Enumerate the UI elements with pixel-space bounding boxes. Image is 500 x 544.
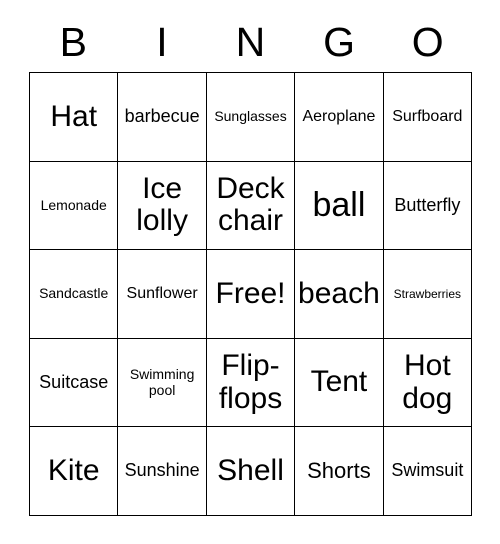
bingo-cell-label: Surfboard <box>392 108 463 126</box>
bingo-cell-label: barbecue <box>124 106 200 127</box>
bingo-cell[interactable]: Aeroplane <box>295 73 384 162</box>
bingo-cell-label: ball <box>312 186 366 225</box>
bingo-cell-free-space[interactable]: Free! <box>206 250 296 339</box>
bingo-header-letter-o: O <box>411 18 444 65</box>
bingo-cell[interactable]: Strawberries <box>383 250 473 339</box>
bingo-cell[interactable]: barbecue <box>118 73 207 162</box>
bingo-card: B I N G O Hat barbecue Sunglasses Aeropl… <box>29 14 473 516</box>
bingo-cell[interactable]: Surfboard <box>383 73 473 162</box>
bingo-cell[interactable]: beach <box>295 250 384 339</box>
bingo-row: Suitcase Swimming pool Flip-flops Tent H… <box>30 338 473 428</box>
bingo-cell-label: Butterfly <box>394 194 461 215</box>
bingo-cell-label: Sandcastle <box>39 285 109 302</box>
bingo-cell[interactable]: Hot dog <box>383 338 473 428</box>
bingo-cell[interactable]: Sunflower <box>118 250 207 339</box>
bingo-cell-label: beach <box>298 276 380 310</box>
bingo-cell-label: Suitcase <box>39 371 109 392</box>
bingo-cell-label: Deck chair <box>216 172 285 238</box>
bingo-cell[interactable]: Sunshine <box>118 427 207 516</box>
bingo-cell-label: Kite <box>47 453 100 487</box>
bingo-cell[interactable]: ball <box>295 161 384 251</box>
bingo-cell-label: Hat <box>50 99 98 133</box>
bingo-row: Hat barbecue Sunglasses Aeroplane Surfbo… <box>30 73 473 162</box>
bingo-cell-label: Swimsuit <box>391 460 464 481</box>
bingo-cell[interactable]: Swimming pool <box>118 338 207 428</box>
bingo-cell[interactable]: Shorts <box>295 427 384 516</box>
bingo-cell[interactable]: Swimsuit <box>383 427 473 516</box>
bingo-grid: Hat barbecue Sunglasses Aeroplane Surfbo… <box>29 72 473 516</box>
bingo-cell[interactable]: Deck chair <box>206 161 296 251</box>
bingo-cell-label: Shorts <box>307 458 371 484</box>
bingo-cell-label: Shell <box>217 453 284 487</box>
bingo-cell-label: Sunshine <box>124 460 200 481</box>
bingo-cell[interactable]: Shell <box>206 427 296 516</box>
bingo-cell-label: Ice lolly <box>136 172 188 238</box>
bingo-header-row: B I N G O <box>29 14 472 72</box>
bingo-cell-label: Hot dog <box>402 349 453 415</box>
bingo-cell[interactable]: Tent <box>295 338 384 428</box>
bingo-cell-label: Tent <box>310 365 368 399</box>
bingo-cell[interactable]: Suitcase <box>30 338 119 428</box>
bingo-row: Sandcastle Sunflower Free! beach Strawbe… <box>30 250 473 339</box>
bingo-cell-label: Lemonade <box>40 196 107 213</box>
bingo-cell[interactable]: Kite <box>30 427 119 516</box>
bingo-cell-label: Sunglasses <box>214 108 287 125</box>
bingo-cell[interactable]: Butterfly <box>383 161 473 251</box>
bingo-cell-label: Swimming pool <box>129 366 195 398</box>
bingo-header-letter-i: I <box>156 18 168 65</box>
bingo-cell-label: Strawberries <box>393 286 461 301</box>
bingo-row: Kite Sunshine Shell Shorts Swimsuit <box>30 427 473 516</box>
bingo-cell-label: Free! <box>215 276 286 310</box>
bingo-cell[interactable]: Sandcastle <box>30 250 119 339</box>
bingo-cell-label: Sunflower <box>126 285 198 303</box>
bingo-cell[interactable]: Lemonade <box>30 161 119 251</box>
bingo-cell[interactable]: Hat <box>30 73 119 162</box>
bingo-cell-label: Flip-flops <box>218 349 283 415</box>
bingo-header-letter-g: G <box>323 18 356 65</box>
bingo-cell[interactable]: Ice lolly <box>118 161 207 251</box>
bingo-header-letter-n: N <box>235 18 266 65</box>
bingo-cell[interactable]: Flip-flops <box>206 338 296 428</box>
bingo-cell-label: Aeroplane <box>302 108 376 126</box>
bingo-row: Lemonade Ice lolly Deck chair ball Butte… <box>30 161 473 251</box>
bingo-header-letter-b: B <box>59 18 87 65</box>
bingo-cell[interactable]: Sunglasses <box>206 73 296 162</box>
